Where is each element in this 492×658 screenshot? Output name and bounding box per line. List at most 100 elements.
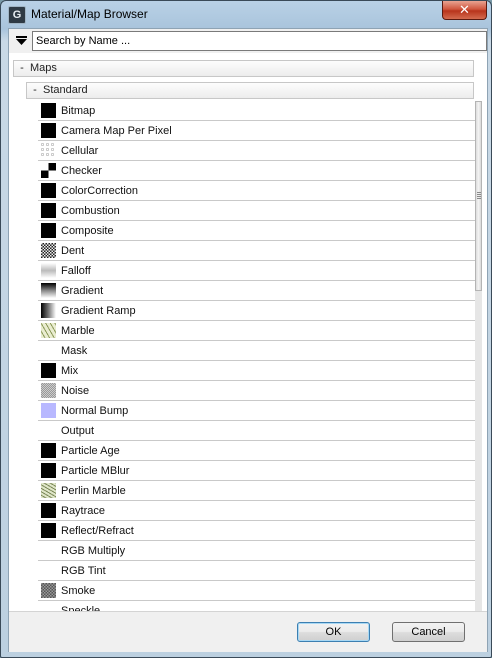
map-item-label: Gradient Ramp bbox=[61, 304, 136, 317]
map-list-item[interactable]: Gradient bbox=[38, 281, 476, 301]
map-tree: - Maps - Standard Bitmap Camera Map Per Pix… bbox=[9, 53, 487, 611]
map-item-label: Checker bbox=[61, 164, 102, 177]
close-button[interactable]: ✕ bbox=[442, 1, 487, 20]
map-item-label: Smoke bbox=[61, 584, 96, 597]
map-list-item[interactable]: Noise bbox=[38, 381, 476, 401]
dropdown-arrow-icon bbox=[15, 36, 27, 45]
map-list-item[interactable]: Gradient Ramp bbox=[38, 301, 476, 321]
search-options-button[interactable] bbox=[11, 31, 31, 51]
map-list-item[interactable]: RGB Multiply bbox=[38, 541, 476, 561]
map-list-item[interactable]: Speckle bbox=[38, 601, 476, 611]
map-item-label: Normal Bump bbox=[61, 404, 129, 417]
map-item-label: Camera Map Per Pixel bbox=[61, 124, 172, 137]
map-item-label: Particle Age bbox=[61, 444, 120, 457]
map-item-label: Particle MBlur bbox=[61, 464, 130, 477]
title-bar[interactable]: G Material/Map Browser ✕ bbox=[1, 1, 491, 28]
map-list-item[interactable]: Mix bbox=[38, 361, 476, 381]
gradient-swatch-icon bbox=[41, 283, 56, 298]
normal-bump-swatch-icon bbox=[41, 403, 56, 418]
map-list-item[interactable]: Particle MBlur bbox=[38, 461, 476, 481]
map-list-item[interactable]: Checker bbox=[38, 161, 476, 181]
map-item-label: Cellular bbox=[61, 144, 99, 157]
vertical-scrollbar[interactable] bbox=[475, 101, 482, 611]
map-item-label: Noise bbox=[61, 384, 90, 397]
map-list: Bitmap Camera Map Per Pixel Cellular Checke… bbox=[38, 101, 476, 611]
map-item-label: Combustion bbox=[61, 204, 120, 217]
maps-group-header[interactable]: - Maps bbox=[13, 60, 474, 77]
cellular-swatch-icon bbox=[41, 143, 56, 158]
map-item-label: Raytrace bbox=[61, 504, 106, 517]
map-item-label: Perlin Marble bbox=[61, 484, 126, 497]
particle-age-swatch-icon bbox=[41, 443, 56, 458]
mask-swatch-icon bbox=[41, 343, 56, 358]
browser-client-area: -Maps -Standard BitmapCamera Map Per Pix… bbox=[8, 28, 488, 652]
map-item-label: RGB Tint bbox=[61, 564, 106, 577]
material-map-browser-window: G Material/Map Browser ✕ -Maps -Standard… bbox=[0, 0, 492, 658]
map-item-label: ColorCorrection bbox=[61, 184, 139, 197]
mix-swatch-icon bbox=[41, 363, 56, 378]
map-list-item[interactable]: Particle Age bbox=[38, 441, 476, 461]
map-item-label: Mix bbox=[61, 364, 79, 377]
perlin-marble-swatch-icon bbox=[41, 483, 56, 498]
map-item-label: Reflect/Refract bbox=[61, 524, 134, 537]
raytrace-swatch-icon bbox=[41, 503, 56, 518]
composite-swatch-icon bbox=[41, 223, 56, 238]
window-title: Material/Map Browser bbox=[31, 7, 148, 21]
map-list-item[interactable]: RGB Tint bbox=[38, 561, 476, 581]
search-row bbox=[11, 31, 487, 51]
map-list-item[interactable]: Cellular bbox=[38, 141, 476, 161]
standard-collapse-toggle[interactable]: - bbox=[30, 83, 40, 98]
dent-swatch-icon bbox=[41, 243, 56, 258]
colorcorrection-swatch-icon bbox=[41, 183, 56, 198]
map-list-item[interactable]: Dent bbox=[38, 241, 476, 261]
output-swatch-icon bbox=[41, 423, 56, 438]
ok-button[interactable]: OK bbox=[297, 622, 370, 642]
cancel-button[interactable]: Cancel bbox=[392, 622, 465, 642]
map-item-label: Dent bbox=[61, 244, 85, 257]
bitmap-swatch-icon bbox=[41, 103, 56, 118]
smoke-swatch-icon bbox=[41, 583, 56, 598]
map-item-label: Output bbox=[61, 424, 95, 437]
map-list-item[interactable]: ColorCorrection bbox=[38, 181, 476, 201]
maps-group-label: Maps bbox=[30, 62, 57, 74]
gradient-ramp-swatch-icon bbox=[41, 303, 56, 318]
map-list-item[interactable]: Composite bbox=[38, 221, 476, 241]
map-item-label: Composite bbox=[61, 224, 114, 237]
standard-group-label: Standard bbox=[43, 84, 88, 96]
scrollbar-grip-icon bbox=[477, 192, 481, 199]
map-list-item[interactable]: Reflect/Refract bbox=[38, 521, 476, 541]
falloff-swatch-icon bbox=[41, 263, 56, 278]
map-list-item[interactable]: Output bbox=[38, 421, 476, 441]
map-list-item[interactable]: Marble bbox=[38, 321, 476, 341]
rgb-tint-swatch-icon bbox=[41, 563, 56, 578]
map-list-item[interactable]: Smoke bbox=[38, 581, 476, 601]
app-icon: G bbox=[8, 6, 26, 24]
combustion-swatch-icon bbox=[41, 203, 56, 218]
map-item-label: RGB Multiply bbox=[61, 544, 126, 557]
standard-group-header[interactable]: - Standard bbox=[26, 82, 474, 99]
maps-collapse-toggle[interactable]: - bbox=[17, 61, 27, 76]
search-input[interactable] bbox=[32, 31, 487, 51]
map-item-label: Bitmap bbox=[61, 104, 96, 117]
map-item-label: Gradient bbox=[61, 284, 104, 297]
scrollbar-thumb[interactable] bbox=[475, 101, 482, 291]
dialog-button-bar: OK Cancel bbox=[9, 611, 487, 652]
speckle-swatch-icon bbox=[41, 603, 56, 611]
map-list-item[interactable]: Camera Map Per Pixel bbox=[38, 121, 476, 141]
checker-swatch-icon bbox=[41, 163, 56, 178]
map-list-item[interactable]: Bitmap bbox=[38, 101, 476, 121]
map-list-item[interactable]: Mask bbox=[38, 341, 476, 361]
noise-swatch-icon bbox=[41, 383, 56, 398]
particle-mblur-swatch-icon bbox=[41, 463, 56, 478]
map-item-label: Falloff bbox=[61, 264, 91, 277]
camera-map-swatch-icon bbox=[41, 123, 56, 138]
reflect-refract-swatch-icon bbox=[41, 523, 56, 538]
map-list-item[interactable]: Combustion bbox=[38, 201, 476, 221]
map-list-item[interactable]: Normal Bump bbox=[38, 401, 476, 421]
marble-swatch-icon bbox=[41, 323, 56, 338]
map-item-label: Mask bbox=[61, 344, 88, 357]
map-item-label: Marble bbox=[61, 324, 95, 337]
map-list-item[interactable]: Perlin Marble bbox=[38, 481, 476, 501]
map-list-item[interactable]: Falloff bbox=[38, 261, 476, 281]
map-list-item[interactable]: Raytrace bbox=[38, 501, 476, 521]
